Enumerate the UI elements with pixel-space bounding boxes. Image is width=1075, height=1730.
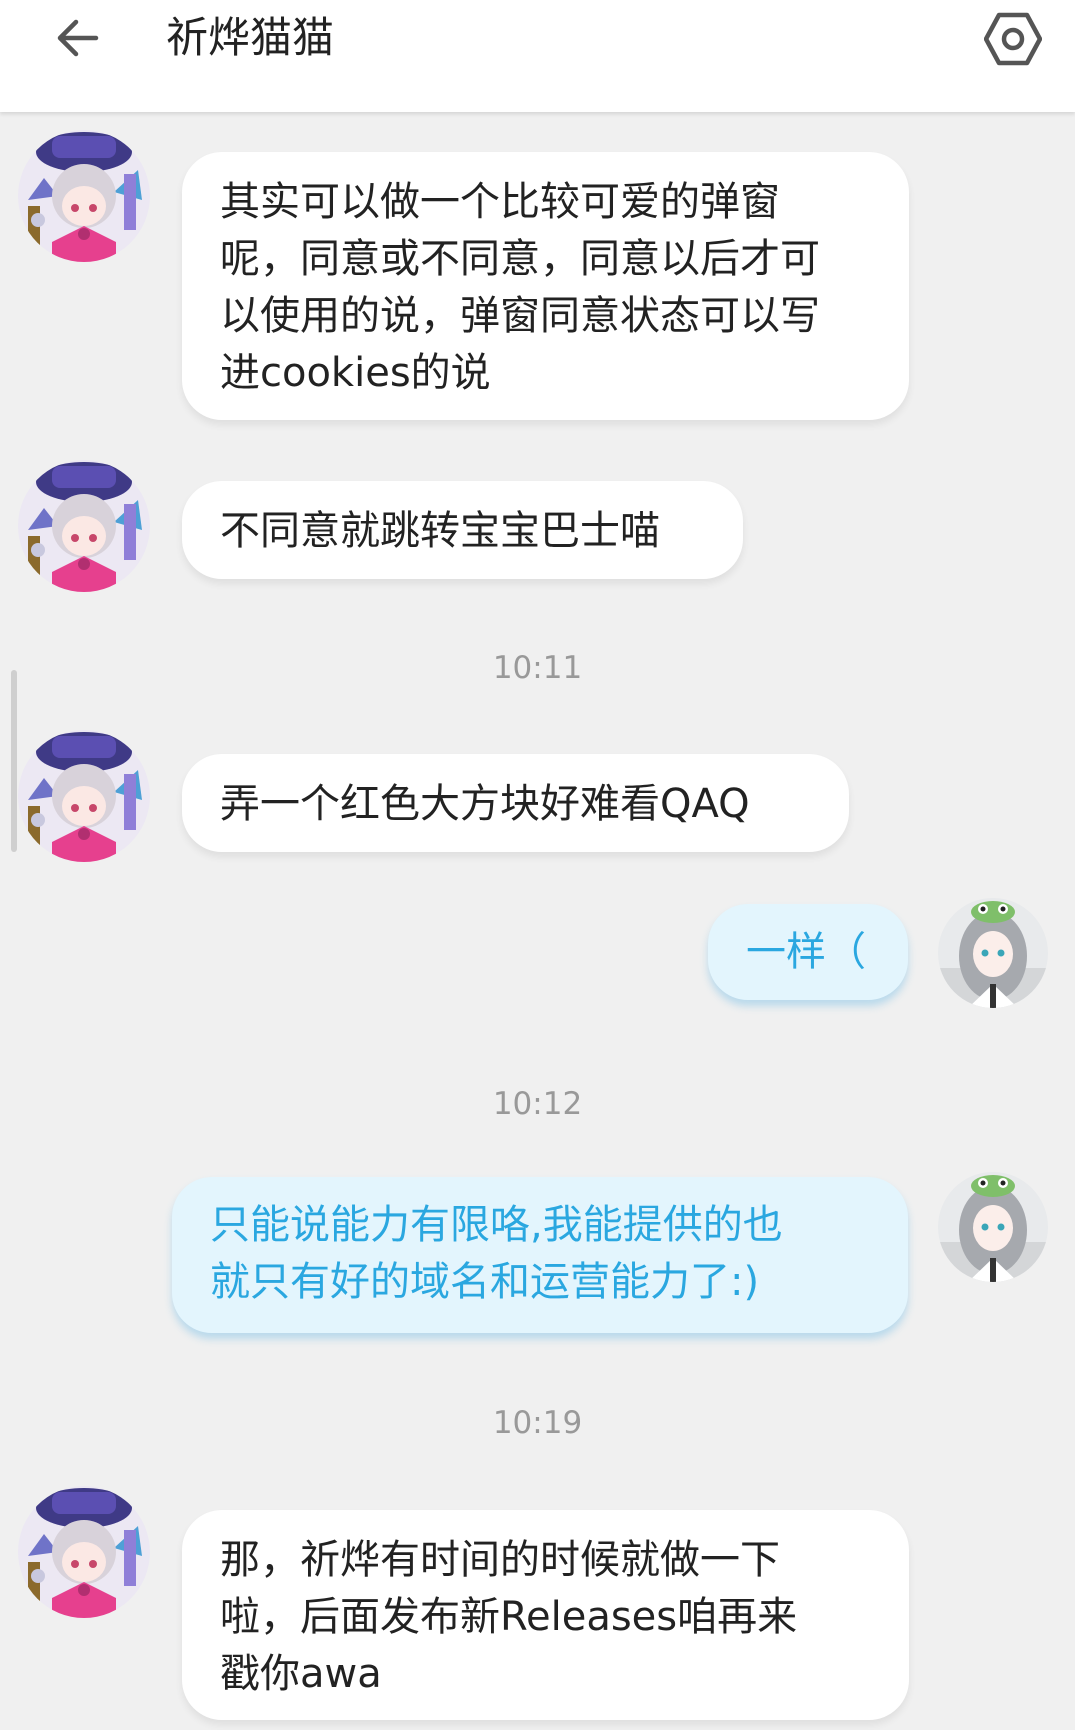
message-bubble[interactable]: 不同意就跳转宝宝巴士喵	[182, 481, 743, 579]
avatar-image	[938, 1172, 1048, 1282]
contact-avatar[interactable]	[18, 730, 150, 862]
timestamp: 10:12	[492, 1086, 583, 1122]
settings-button[interactable]	[980, 6, 1046, 72]
arrow-left-icon	[57, 19, 99, 57]
avatar-image	[938, 898, 1048, 1008]
timestamp: 10:11	[492, 650, 583, 686]
hexagon-settings-icon	[984, 12, 1042, 66]
my-avatar[interactable]	[938, 898, 1048, 1008]
contact-avatar[interactable]	[18, 460, 150, 592]
contact-avatar[interactable]	[18, 1486, 150, 1618]
message-bubble[interactable]: 其实可以做一个比较可爱的弹窗 呢，同意或不同意，同意以后才可 以使用的说，弹窗同…	[182, 152, 909, 420]
avatar-image	[18, 130, 150, 262]
contact-avatar[interactable]	[18, 130, 150, 262]
avatar-image	[18, 1486, 150, 1618]
avatar-image	[18, 730, 150, 862]
top-bar: 祈烨猫猫	[0, 0, 1075, 112]
my-avatar[interactable]	[938, 1172, 1048, 1282]
message-bubble-self[interactable]: 一样（	[708, 904, 908, 1000]
scrollbar[interactable]	[11, 670, 17, 852]
message-bubble[interactable]: 那，祈烨有时间的时候就做一下 啦，后面发布新Releases咱再来 戳你awa	[182, 1510, 909, 1720]
avatar-image	[18, 460, 150, 592]
back-button[interactable]	[48, 8, 108, 68]
message-bubble-self[interactable]: 只能说能力有限咯,我能提供的也 就只有好的域名和运营能力了:)	[172, 1177, 908, 1333]
chat-title: 祈烨猫猫	[166, 13, 335, 62]
message-bubble[interactable]: 弄一个红色大方块好难看QAQ	[182, 754, 849, 852]
timestamp: 10:19	[492, 1405, 583, 1441]
